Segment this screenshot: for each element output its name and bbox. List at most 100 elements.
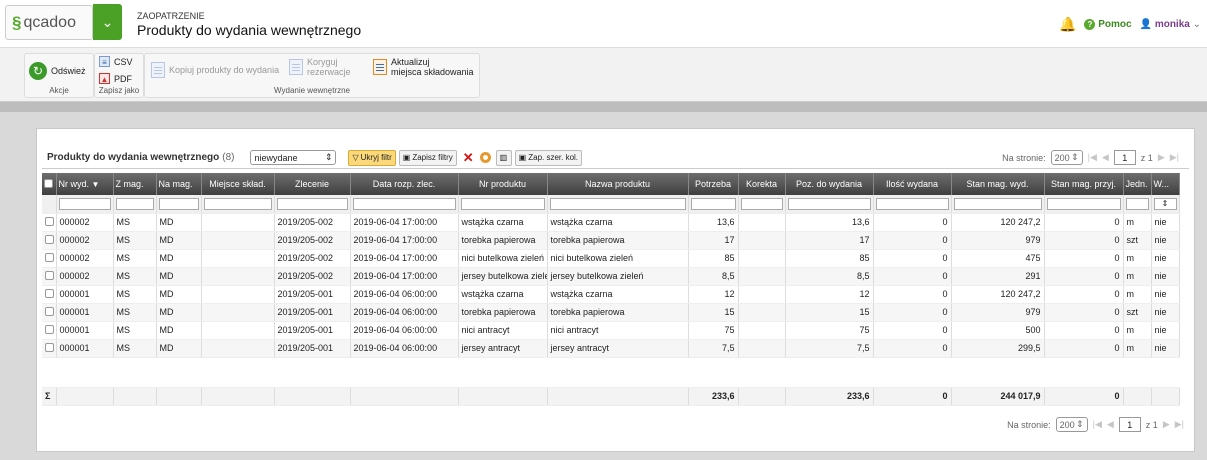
help-link[interactable]: ? Pomoc: [1084, 19, 1132, 30]
row-checkbox[interactable]: [45, 252, 54, 262]
col-header-issued-quantity[interactable]: Ilość wydana: [873, 173, 952, 195]
col-header-stock-receive[interactable]: Stan mag. przyj.: [1044, 173, 1124, 195]
clear-filter-icon[interactable]: ✕: [463, 150, 474, 166]
sum-cell: [156, 386, 202, 406]
row-checkbox-cell[interactable]: [42, 249, 57, 268]
per-page-select[interactable]: 200 ⇕: [1055, 417, 1088, 432]
table-cell: m: [1123, 321, 1152, 340]
status-filter-select[interactable]: niewydane ⇕: [250, 150, 337, 165]
correct-reservations-button[interactable]: Koryguj rezerwacje: [289, 57, 351, 77]
last-page-icon[interactable]: ▶|: [1170, 152, 1179, 163]
hide-filter-button[interactable]: ▽ Ukryj filtr: [348, 149, 396, 166]
last-page-icon[interactable]: ▶|: [1175, 419, 1184, 430]
filter-input[interactable]: [1046, 197, 1121, 210]
next-page-icon[interactable]: ▶: [1158, 152, 1165, 163]
filter-select-w[interactable]: ⇕: [1153, 197, 1177, 210]
col-header-product-number[interactable]: Nr produktu: [458, 173, 548, 195]
row-checkbox[interactable]: [45, 216, 54, 226]
filter-input[interactable]: [115, 197, 154, 210]
filter-input[interactable]: [690, 197, 736, 210]
col-header-from-warehouse[interactable]: Z mag.: [113, 173, 157, 195]
data-table: Nr wyd. ▼ Z mag. Na mag. Miejsce skład. …: [42, 173, 1180, 406]
user-menu[interactable]: 👤 monika ⌄: [1140, 19, 1201, 30]
filter-input[interactable]: [787, 197, 871, 210]
export-pdf-button[interactable]: ▲ PDF: [99, 73, 132, 84]
copy-products-button[interactable]: Kopiuj produkty do wydania: [151, 62, 279, 78]
page-input[interactable]: 1: [1113, 150, 1136, 165]
col-header-order-start-date[interactable]: Data rozp. zlec.: [350, 173, 459, 195]
col-header-stock-issue[interactable]: Stan mag. wyd.: [951, 173, 1045, 195]
col-header-to-warehouse[interactable]: Na mag.: [156, 173, 202, 195]
filter-input[interactable]: [549, 197, 686, 210]
filter-input[interactable]: [1125, 197, 1149, 210]
row-checkbox-cell[interactable]: [42, 285, 57, 304]
row-checkbox-cell[interactable]: [42, 231, 57, 250]
table-cell: 85: [785, 249, 874, 268]
row-checkbox[interactable]: [45, 270, 54, 280]
filter-input[interactable]: [352, 197, 456, 210]
col-header-product-name[interactable]: Nazwa produktu: [547, 173, 689, 195]
table-cell: 7,5: [688, 339, 739, 358]
col-header-correction[interactable]: Korekta: [738, 173, 786, 195]
app-logo[interactable]: § qcadoo: [5, 5, 93, 40]
export-csv-button[interactable]: ≡ CSV: [99, 56, 133, 67]
row-checkbox[interactable]: [45, 288, 54, 298]
notification-bell-icon[interactable]: 🔔: [1059, 16, 1076, 33]
filter-input[interactable]: [58, 197, 111, 210]
columns-icon[interactable]: ▥: [495, 149, 512, 166]
row-checkbox[interactable]: [45, 324, 54, 334]
pager-top: Na stronie: 200 ⇕ |◀ ◀ 1 z 1 ▶ ▶|: [1002, 150, 1179, 165]
page-of-label: z 1: [1140, 152, 1153, 163]
save-column-widths-button[interactable]: ▣ Zap. szer. kol.: [514, 149, 583, 166]
row-checkbox[interactable]: [45, 234, 54, 244]
row-checkbox-cell[interactable]: [42, 267, 57, 286]
filter-cell: [688, 195, 739, 214]
col-header-storage-location[interactable]: Miejsce skład.: [201, 173, 275, 195]
row-checkbox[interactable]: [45, 342, 54, 352]
filter-input[interactable]: [740, 197, 783, 210]
table-row[interactable]: 000001 MS MD 2019/205-001 2019-06-04 06:00:0…: [42, 339, 1180, 358]
per-page-select[interactable]: 200 ⇕: [1050, 150, 1083, 165]
table-row[interactable]: 000002 MS MD 2019/205-002 2019-06-04 17:00:0…: [42, 267, 1180, 286]
row-checkbox-cell[interactable]: [42, 321, 57, 340]
table-row[interactable]: 000002 MS MD 2019/205-002 2019-06-04 17:00:0…: [42, 213, 1180, 232]
save-filters-button[interactable]: ▣ Zapisz filtry: [398, 149, 457, 166]
col-header-issue-nr[interactable]: Nr wyd. ▼: [56, 173, 114, 195]
select-all-header[interactable]: [42, 173, 57, 195]
filter-input[interactable]: [276, 197, 348, 210]
first-page-icon[interactable]: |◀: [1088, 152, 1097, 163]
prev-page-icon[interactable]: ◀: [1102, 152, 1109, 163]
update-storage-locations-button[interactable]: Aktualizuj miejsca składowania: [373, 57, 474, 77]
filter-input[interactable]: [460, 197, 545, 210]
col-header-unit[interactable]: Jedn.: [1123, 173, 1152, 195]
page-input[interactable]: 1: [1118, 417, 1141, 432]
table-row[interactable]: 000001 MS MD 2019/205-001 2019-06-04 06:00:0…: [42, 303, 1180, 322]
table-row[interactable]: 000002 MS MD 2019/205-002 2019-06-04 17:00:0…: [42, 231, 1180, 250]
table-row[interactable]: 000001 MS MD 2019/205-001 2019-06-04 06:00:0…: [42, 285, 1180, 304]
row-checkbox-cell[interactable]: [42, 339, 57, 358]
first-page-icon[interactable]: |◀: [1093, 419, 1102, 430]
col-header-demand[interactable]: Potrzeba: [688, 173, 739, 195]
col-header-order[interactable]: Zlecenie: [274, 173, 351, 195]
next-page-icon[interactable]: ▶: [1163, 419, 1170, 430]
col-header-w[interactable]: W...: [1151, 173, 1180, 195]
row-checkbox-cell[interactable]: [42, 303, 57, 322]
row-checkbox-cell[interactable]: [42, 213, 57, 232]
table-row[interactable]: 000002 MS MD 2019/205-002 2019-06-04 17:00:0…: [42, 249, 1180, 268]
table-cell: MD: [156, 249, 202, 268]
prev-page-icon[interactable]: ◀: [1107, 419, 1114, 430]
filter-input[interactable]: [158, 197, 199, 210]
select-all-checkbox[interactable]: [44, 178, 54, 188]
table-cell: 15: [785, 303, 874, 322]
main-menu-button[interactable]: ⌄: [93, 4, 122, 40]
filter-input[interactable]: [875, 197, 949, 210]
refresh-button[interactable]: ↻ Odśwież: [29, 62, 86, 80]
col-header-to-issue[interactable]: Poz. do wydania: [785, 173, 874, 195]
table-cell: jersey butelkowa zieleń: [547, 267, 689, 286]
table-cell: 0: [1044, 213, 1124, 232]
filter-input[interactable]: [203, 197, 272, 210]
table-row[interactable]: 000001 MS MD 2019/205-001 2019-06-04 06:00:0…: [42, 321, 1180, 340]
filter-input[interactable]: [953, 197, 1042, 210]
row-checkbox[interactable]: [45, 306, 54, 316]
reset-icon[interactable]: [479, 152, 491, 163]
